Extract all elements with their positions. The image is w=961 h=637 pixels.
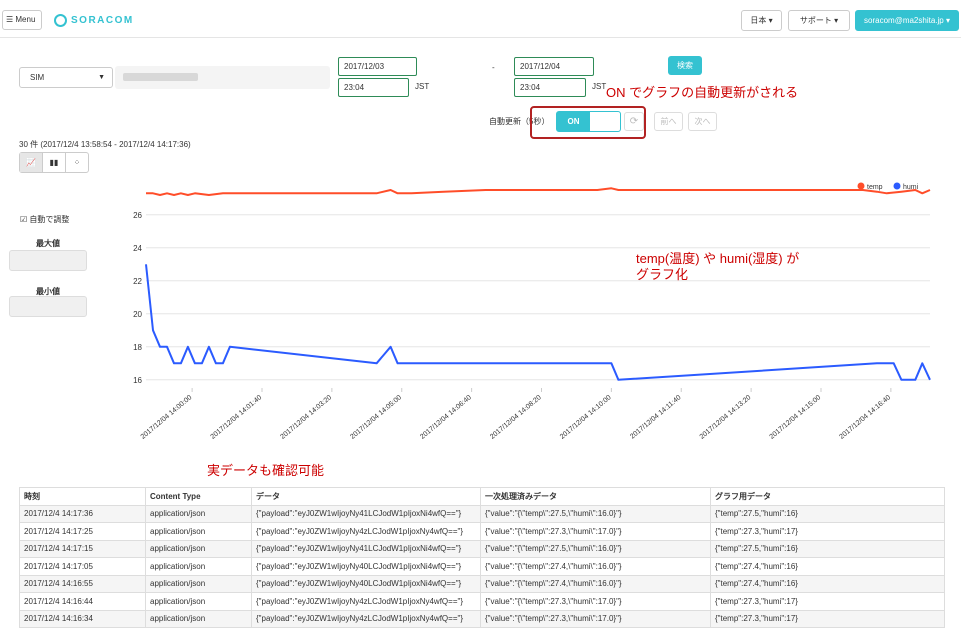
table-cell: {"payload":"eyJ0ZW1wIjoyNy40LCJodW1pIjox…	[251, 574, 481, 593]
table-cell: {"temp":27.3,"humi":17}	[710, 522, 945, 541]
table-cell: {"payload":"eyJ0ZW1wIjoyNy40LCJodW1pIjox…	[251, 557, 481, 576]
table-cell: application/json	[145, 557, 252, 576]
table-cell: {"value":"{\"temp\":27.5,\"humi\":16.0}"…	[480, 504, 711, 523]
x-tick-label: 2017/12/04 14:08:20	[489, 394, 543, 441]
table-cell: {"value":"{\"temp\":27.5,\"humi\":16.0}"…	[480, 539, 711, 558]
table-cell: {"value":"{\"temp\":27.3,\"humi\":17.0}"…	[480, 522, 711, 541]
table-row[interactable]: 2017/12/4 14:17:25 application/json {"payl…	[19, 522, 945, 541]
x-tick-label: 2017/12/04 14:10:00	[559, 394, 613, 441]
table-cell: {"value":"{\"temp\":27.3,\"humi\":17.0}"…	[480, 592, 711, 611]
column-header: 一次処理済みデータ	[480, 487, 711, 506]
table-row[interactable]: 2017/12/4 14:16:34 application/json {"payl…	[19, 609, 945, 628]
table-cell: {"temp":27.3,"humi":17}	[710, 609, 945, 628]
table-cell: application/json	[145, 574, 252, 593]
x-tick-label: 2017/12/04 14:03:20	[279, 394, 333, 441]
table-cell: {"payload":"eyJ0ZW1wIjoyNy4zLCJodW1pIjox…	[251, 609, 481, 628]
column-header: グラフ用データ	[710, 487, 945, 506]
column-header: 時刻	[19, 487, 146, 506]
annotation-graph-line2: グラフ化	[636, 267, 689, 282]
x-tick-label: 2017/12/04 14:05:00	[349, 394, 403, 441]
table-row[interactable]: 2017/12/4 14:17:05 application/json {"payl…	[19, 557, 945, 576]
y-tick-label: 22	[133, 277, 142, 286]
table-cell: {"temp":27.5,"humi":16}	[710, 539, 945, 558]
temp-series-line	[146, 187, 931, 196]
x-tick-label: 2017/12/04 14:16:40	[838, 394, 892, 441]
table-cell: application/json	[145, 522, 252, 541]
table-cell: application/json	[145, 592, 252, 611]
y-tick-label: 18	[133, 343, 142, 352]
table-cell: 2017/12/4 14:17:25	[19, 522, 146, 541]
table-cell: {"value":"{\"temp\":27.3,\"humi\":17.0}"…	[480, 609, 711, 628]
column-header: Content Type	[145, 487, 252, 506]
temp-legend-marker	[857, 182, 865, 190]
table-cell: {"payload":"eyJ0ZW1wIjoyNy4zLCJodW1pIjox…	[251, 592, 481, 611]
table-cell: application/json	[145, 609, 252, 628]
table-cell: {"temp":27.3,"humi":17}	[710, 592, 945, 611]
data-table: 時刻 Content Type データ 一次処理済みデータ グラフ用データ 2017/1…	[19, 487, 945, 628]
table-row[interactable]: 2017/12/4 14:16:44 application/json {"payl…	[19, 592, 945, 611]
table-body: 2017/12/4 14:17:36 application/json {"payl…	[19, 504, 945, 628]
annotation-graph: temp(温度) や humi(湿度) が グラフ化	[636, 251, 799, 283]
x-tick-label: 2017/12/04 14:15:00	[769, 394, 823, 441]
table-cell: application/json	[145, 504, 252, 523]
humi-legend-marker	[893, 182, 901, 190]
annotation-graph-line1: temp(温度) や humi(湿度) が	[636, 251, 800, 266]
table-cell: {"value":"{\"temp\":27.4,\"humi\":16.0}"…	[480, 574, 711, 593]
x-tick-label: 2017/12/04 14:13:20	[699, 394, 753, 441]
table-header-row: 時刻 Content Type データ 一次処理済みデータ グラフ用データ	[19, 487, 945, 506]
humi-legend-label: humi	[903, 184, 919, 191]
column-header: データ	[251, 487, 481, 506]
y-tick-label: 24	[133, 244, 142, 253]
y-tick-label: 26	[133, 211, 142, 220]
table-cell: {"temp":27.4,"humi":16}	[710, 557, 945, 576]
table-cell: application/json	[145, 539, 252, 558]
annotation-table: 実データも確認可能	[207, 463, 325, 478]
table-cell: {"payload":"eyJ0ZW1wIjoyNy41LCJodW1pIjox…	[251, 504, 481, 523]
y-tick-label: 16	[133, 376, 142, 385]
table-cell: {"temp":27.5,"humi":16}	[710, 504, 945, 523]
table-cell: 2017/12/4 14:17:15	[19, 539, 146, 558]
table-cell: 2017/12/4 14:17:05	[19, 557, 146, 576]
table-cell: 2017/12/4 14:16:44	[19, 592, 146, 611]
table-cell: 2017/12/4 14:16:55	[19, 574, 146, 593]
table-cell: 2017/12/4 14:17:36	[19, 504, 146, 523]
table-row[interactable]: 2017/12/4 14:16:55 application/json {"payl…	[19, 574, 945, 593]
table-cell: {"temp":27.4,"humi":16}	[710, 574, 945, 593]
x-tick-label: 2017/12/04 14:06:40	[419, 394, 473, 441]
y-tick-label: 20	[133, 310, 142, 319]
table-row[interactable]: 2017/12/4 14:17:15 application/json {"payl…	[19, 539, 945, 558]
x-tick-label: 2017/12/04 14:11:40	[629, 394, 682, 440]
table-row[interactable]: 2017/12/4 14:17:36 application/json {"payl…	[19, 504, 945, 523]
table-cell: 2017/12/4 14:16:34	[19, 609, 146, 628]
table-cell: {"payload":"eyJ0ZW1wIjoyNy4zLCJodW1pIjox…	[251, 522, 481, 541]
sensor-line-chart: 16 18 20 22 24 26 2017/12/04 14:00:00 2017/12/0…	[133, 182, 931, 441]
x-tick-label: 2017/12/04 14:00:00	[140, 394, 194, 441]
temp-legend-label: temp	[867, 184, 883, 191]
table-cell: {"value":"{\"temp\":27.4,\"humi\":16.0}"…	[480, 557, 711, 576]
humi-series-line	[145, 264, 931, 381]
table-cell: {"payload":"eyJ0ZW1wIjoyNy41LCJodW1pIjox…	[251, 539, 481, 558]
x-tick-label: 2017/12/04 14:01:40	[210, 394, 264, 441]
